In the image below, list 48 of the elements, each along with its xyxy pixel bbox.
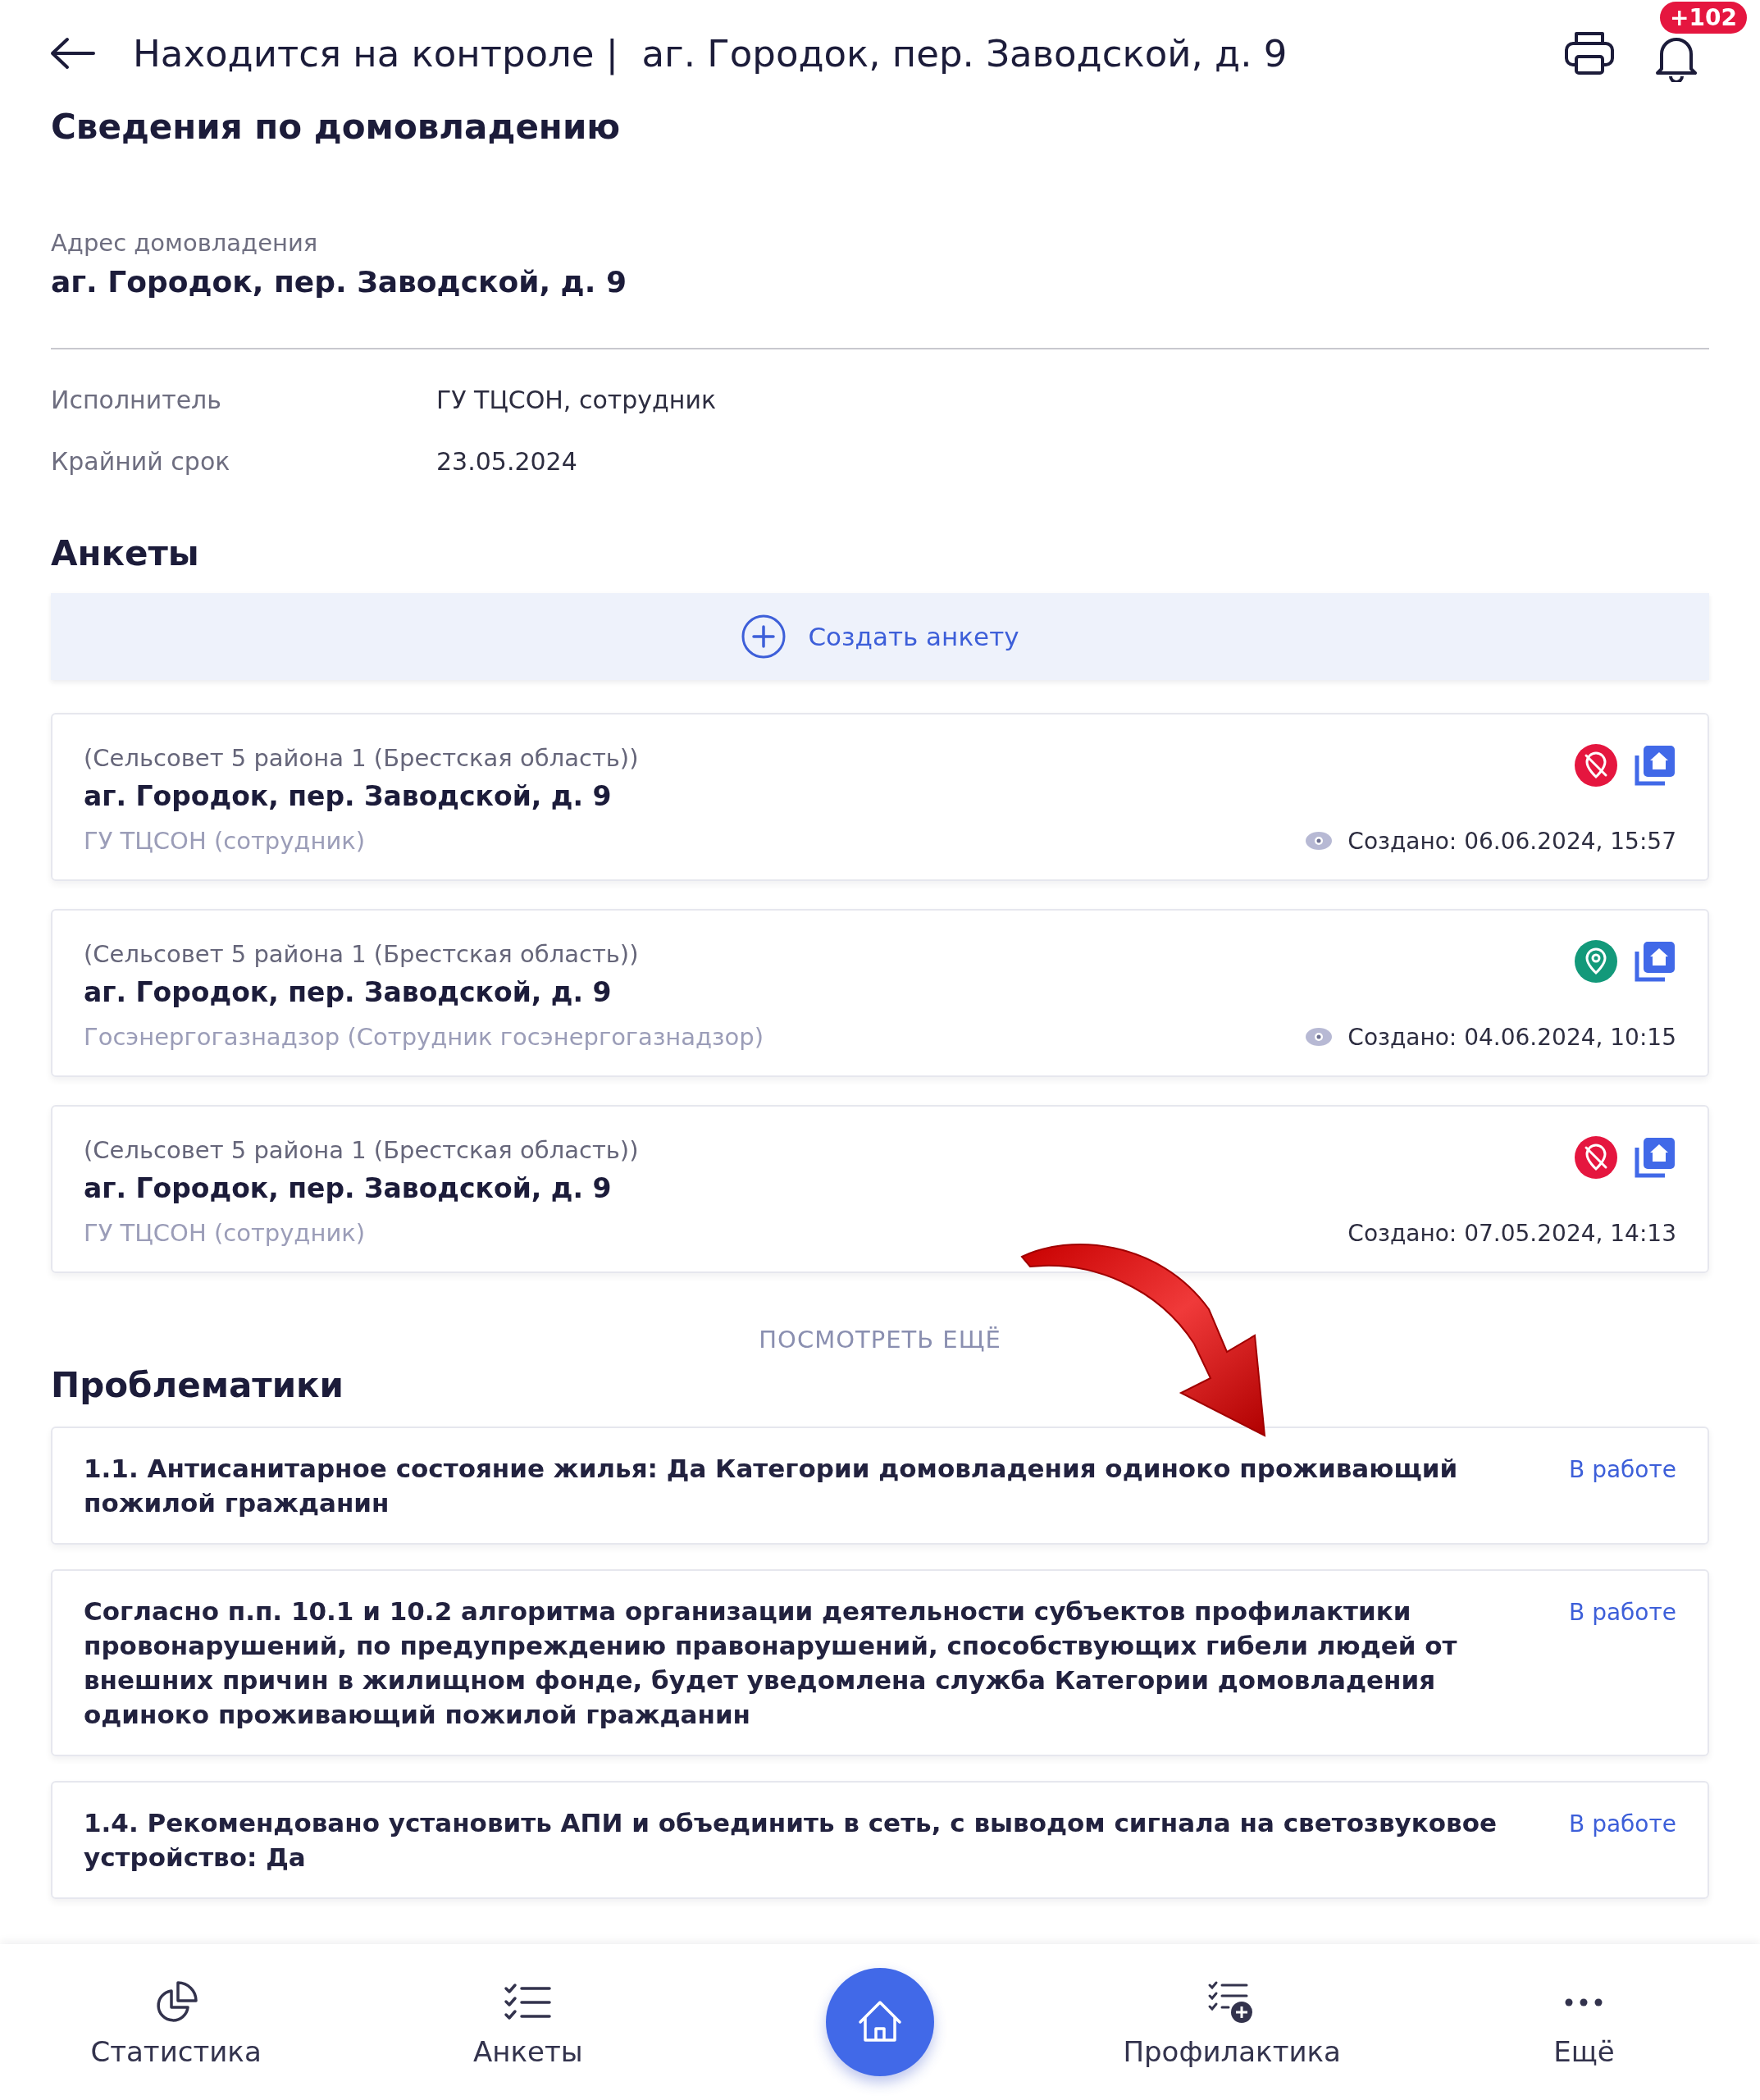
field-value: 23.05.2024	[436, 447, 578, 476]
section-heading: Проблематики	[51, 1365, 345, 1405]
home-button[interactable]	[826, 1968, 934, 2076]
field-label: Исполнитель	[51, 386, 222, 414]
field-label: Крайний срок	[51, 447, 231, 476]
field-value: аг. Городок, пер. Заводской, д. 9	[51, 265, 627, 299]
region-text: (Сельсовет 5 района 1 (Брестская область))	[84, 1136, 639, 1164]
problem-text: 1.1. Антисанитарное состояние жилья: Да Категории домовладения одиноко проживающий пожилой гражданин	[84, 1453, 1459, 1519]
survey-card[interactable]: (Сельсовет 5 района 1 (Брестская область)) аг. Городок, пер. Заводской, д. 9 ГУ ТЦСОН (сотрудник) Создано: 06.06.2024, 15:57	[51, 713, 1709, 881]
address-text: аг. Городок, пер. Заводской, д. 9	[84, 1172, 613, 1204]
region-text: (Сельсовет 5 района 1 (Брестская область))	[84, 744, 639, 772]
survey-card[interactable]: (Сельсовет 5 района 1 (Брестская область)) аг. Городок, пер. Заводской, д. 9 Госэнергогазнадзор (Сотрудник госэнергогазнадзор) Создано: 04.06.2024, 10:15	[51, 909, 1709, 1077]
problem-text: 1.4. Рекомендовано установить АПИ и объединить в сеть, с выводом сигнала на светозвуковое устройство: Да	[84, 1807, 1498, 1874]
problem-text: Согласно п.п. 10.1 и 10.2 алгоритма организации деятельности субъектов профилактики провонарушений, по предупреждению правонарушений, способствующих гибели людей от внешних причин в жилищном фонде, будет уведомлена служба Категории домовладения одиноко проживающий пожилой гражданин	[84, 1596, 1458, 1731]
status-text: В работе	[1569, 1810, 1676, 1839]
field-value: ГУ ТЦСОН, сотрудник	[436, 386, 717, 414]
address-text: аг. Городок, пер. Заводской, д. 9	[84, 780, 613, 812]
status-text: В работе	[1569, 1456, 1676, 1485]
more-icon	[1564, 1997, 1604, 2007]
status-text: В работе	[1569, 1599, 1676, 1628]
problem-card[interactable]	[51, 1569, 1709, 1756]
problem-card[interactable]: 1.1. Антисанитарное состояние жилья: Да Категории домовладения одиноко проживающий пожилой гражданин В работе	[51, 1427, 1709, 1545]
plus-icon	[741, 614, 787, 660]
nav-tab[interactable]: Анкеты	[473, 1976, 583, 2068]
survey-card[interactable]: (Сельсовет 5 района 1 (Брестская область)) аг. Городок, пер. Заводской, д. 9 ГУ ТЦСОН (сотрудник) Создано: 07.05.2024, 14:13	[51, 1105, 1709, 1273]
section-heading: Сведения по домовладению	[51, 107, 622, 147]
created-date: Создано: 04.06.2024, 10:15	[1347, 1023, 1676, 1051]
print-icon[interactable]	[1563, 30, 1616, 76]
author-text: Госэнергогазнадзор (Сотрудник госэнергогазнадзор)	[84, 1023, 764, 1051]
author-text: ГУ ТЦСОН (сотрудник)	[84, 1219, 366, 1247]
author-text: ГУ ТЦСОН (сотрудник)	[84, 827, 366, 855]
section-heading: Анкеты	[51, 533, 200, 573]
house-gallery-icon[interactable]	[1634, 744, 1676, 787]
problem-card[interactable]: 1.4. Рекомендовано установить АПИ и объединить в сеть, с выводом сигнала на светозвуковое устройство: Да В работе	[51, 1781, 1709, 1899]
house-gallery-icon[interactable]	[1634, 940, 1676, 983]
page-title: Находится на контроле | аг. Городок, пер. Заводской, д. 9	[133, 31, 1288, 75]
field-label: Адрес домовладения	[51, 229, 319, 257]
notification-badge: +102	[1660, 2, 1747, 34]
address-text: аг. Городок, пер. Заводской, д. 9	[84, 976, 613, 1008]
region-text: (Сельсовет 5 района 1 (Брестская область))	[84, 940, 639, 968]
house-gallery-icon[interactable]	[1634, 1136, 1676, 1179]
created-date: Создано: 06.06.2024, 15:57	[1347, 827, 1676, 855]
nav-tab[interactable]: Профилактика	[1123, 1976, 1341, 2068]
create-survey-button[interactable]: Создать анкету	[51, 593, 1709, 680]
created-date: Создано: 07.05.2024, 14:13	[1347, 1219, 1676, 1247]
nav-tab[interactable]: Ещё	[1553, 1976, 1615, 2068]
back-icon[interactable]	[49, 37, 95, 70]
nav-tab[interactable]: Статистика	[90, 1976, 262, 2068]
